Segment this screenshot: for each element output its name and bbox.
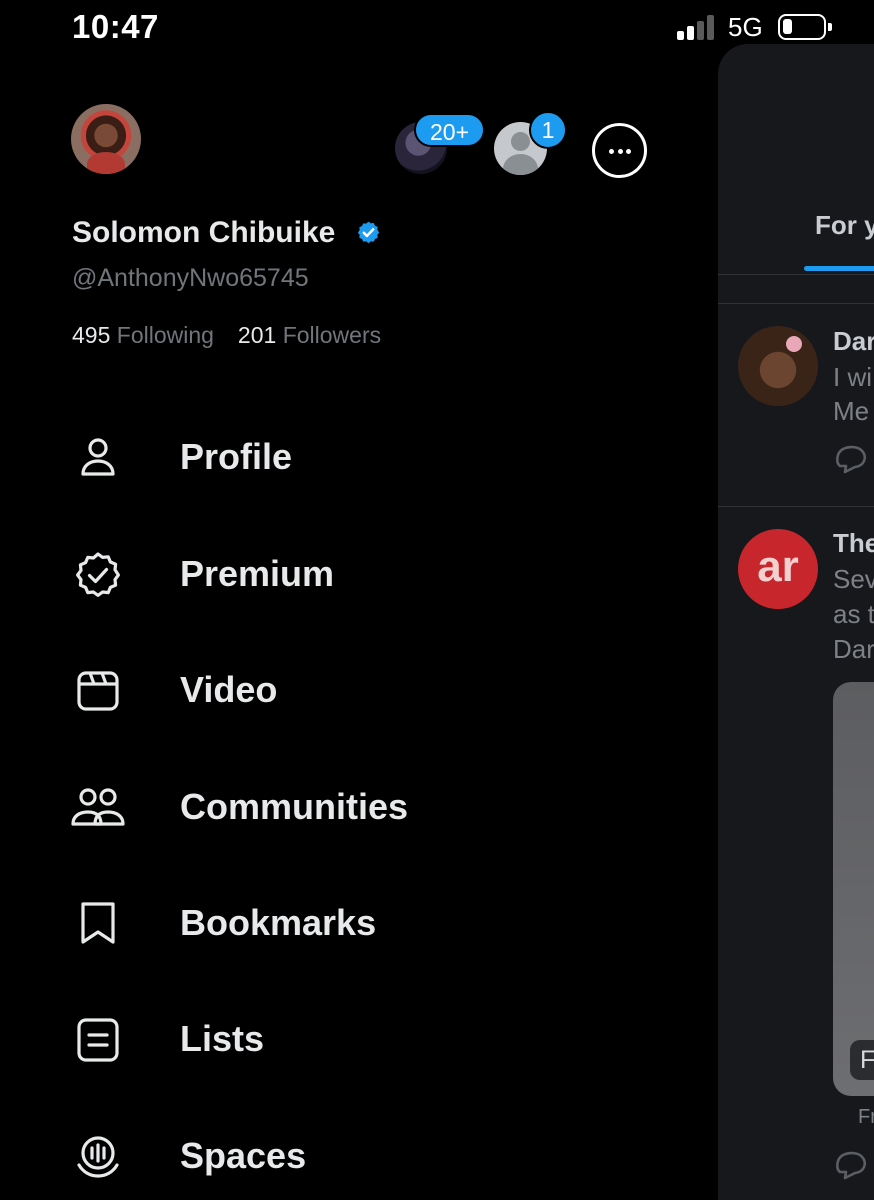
following-label: Following <box>116 322 214 348</box>
followers-label: Followers <box>282 322 382 348</box>
signal-strength-icon <box>677 14 717 40</box>
second-account-badge: 1 <box>529 111 567 149</box>
post-author-avatar[interactable] <box>738 326 818 406</box>
menu-item-spaces[interactable]: Spaces <box>0 1115 718 1195</box>
post-media[interactable] <box>833 682 874 1096</box>
post-author-name[interactable]: Dar <box>833 326 874 357</box>
verified-badge-icon <box>357 221 380 244</box>
post-divider <box>718 506 874 507</box>
verified-badge-icon <box>76 552 120 597</box>
followers-count: 201 <box>237 322 277 348</box>
reply-icon[interactable] <box>834 1150 868 1180</box>
tab-divider <box>718 274 874 275</box>
menu-label-profile: Profile <box>180 436 293 477</box>
active-tab-indicator <box>804 266 874 271</box>
menu-label-spaces: Spaces <box>180 1135 307 1176</box>
video-clapper-icon <box>77 671 119 711</box>
post-text-line: as t <box>833 599 874 629</box>
list-icon <box>77 1018 119 1062</box>
post-author-avatar[interactable]: ar <box>738 529 818 609</box>
menu-label-lists: Lists <box>180 1018 265 1059</box>
app-screen: 10:47 5G 20+ 1 Solomon Chibuike @Anthony… <box>0 0 874 1200</box>
user-handle: @AnthonyNwo65745 <box>72 264 309 292</box>
following-link[interactable]: 495 Following <box>72 322 214 348</box>
media-caption: Fr <box>858 1106 874 1128</box>
post-author-name[interactable]: The <box>833 528 874 559</box>
menu-label-bookmarks: Bookmarks <box>180 902 377 943</box>
post-text-line: Me <box>833 396 870 426</box>
tab-for-you[interactable]: For y <box>815 210 874 241</box>
post-text-line: Dar <box>833 634 874 664</box>
menu-label-premium: Premium <box>180 553 335 594</box>
other-accounts-badge: 20+ <box>414 113 485 147</box>
people-icon <box>71 788 125 826</box>
microphone-icon <box>77 1136 119 1178</box>
followers-link[interactable]: 201 Followers <box>238 322 381 348</box>
side-drawer: 20+ 1 Solomon Chibuike @AnthonyNwo65745 … <box>0 60 718 1200</box>
menu-item-premium[interactable]: Premium <box>0 533 718 613</box>
feed-divider <box>718 303 874 304</box>
menu-item-video[interactable]: Video <box>0 649 718 729</box>
network-type: 5G <box>728 12 763 42</box>
menu-label-video: Video <box>180 669 278 710</box>
person-icon <box>81 438 115 476</box>
reply-icon[interactable] <box>834 444 868 474</box>
bookmark-icon <box>81 902 115 944</box>
status-time: 10:47 <box>72 8 159 45</box>
more-options-button[interactable] <box>592 123 647 178</box>
menu-item-lists[interactable]: Lists <box>0 998 718 1078</box>
post-text-line: I wi <box>833 362 872 392</box>
user-avatar[interactable] <box>71 104 141 174</box>
home-feed-peek[interactable]: For y Dar I wi Me ar The Sev as t Dar F … <box>718 44 874 1200</box>
battery-icon <box>778 14 832 40</box>
menu-label-communities: Communities <box>180 786 409 827</box>
menu-item-communities[interactable]: Communities <box>0 766 718 846</box>
menu-item-profile[interactable]: Profile <box>0 416 718 496</box>
following-count: 495 <box>72 322 111 348</box>
display-name[interactable]: Solomon Chibuike <box>72 216 335 250</box>
post-text-line: Sev <box>833 564 874 594</box>
follow-stats: 495 Following 201 Followers <box>72 322 381 349</box>
media-tag: F <box>850 1040 874 1080</box>
menu-item-bookmarks[interactable]: Bookmarks <box>0 882 718 962</box>
